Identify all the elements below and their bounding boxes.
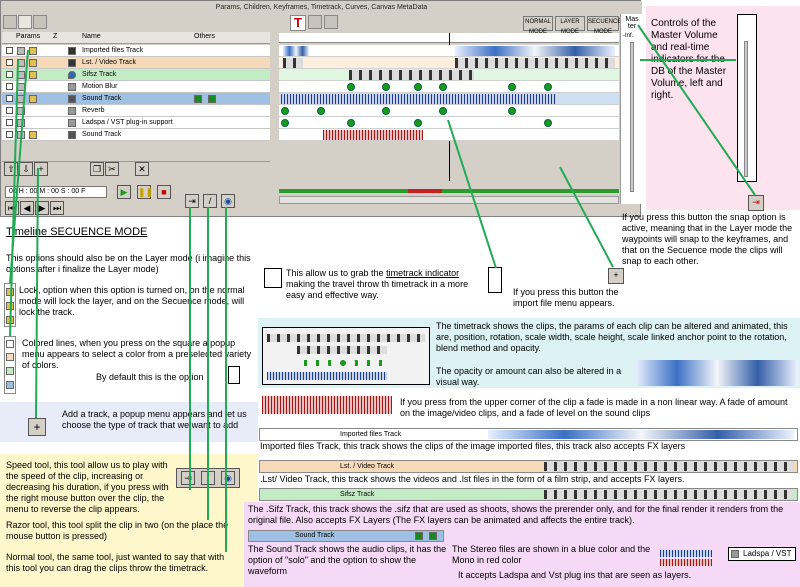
arrow-add-track — [35, 167, 39, 419]
arrow-indicator — [447, 119, 497, 269]
arrow-import — [559, 166, 614, 268]
arrow-snap — [637, 24, 756, 196]
annotation-arrows — [9, 24, 756, 552]
